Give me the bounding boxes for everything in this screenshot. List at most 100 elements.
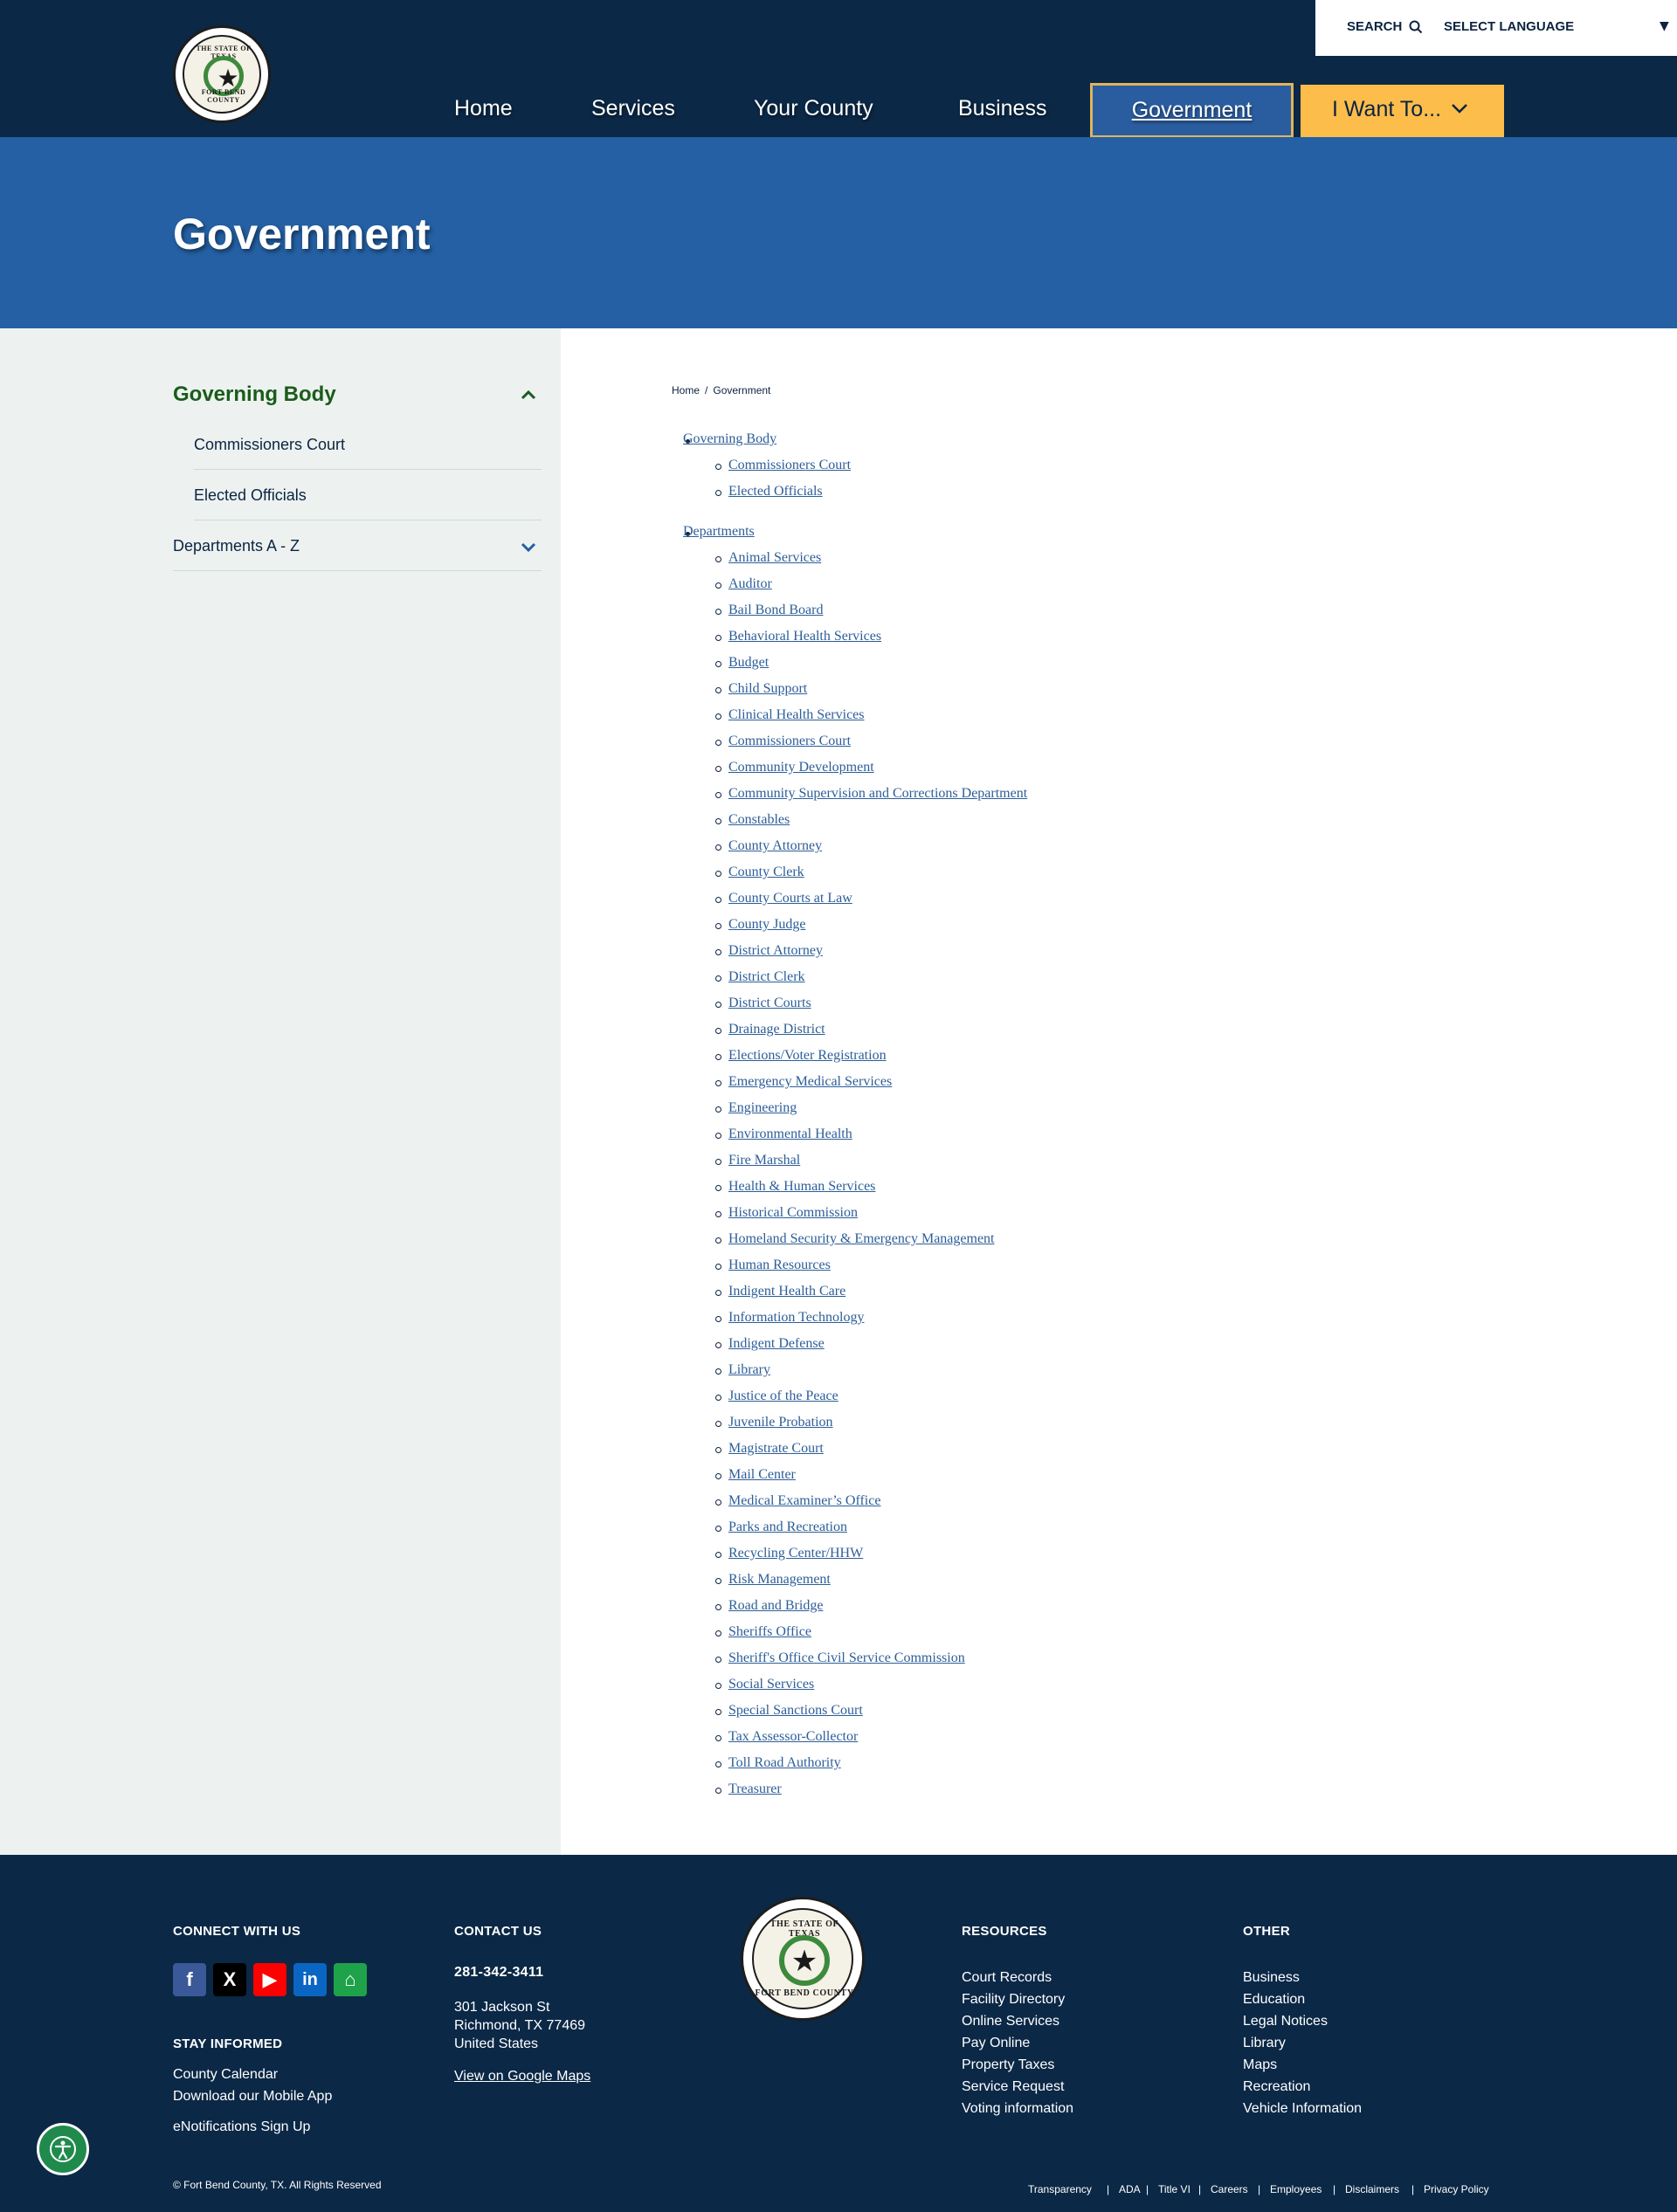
footer-legal-link[interactable]: Privacy Policy	[1424, 2183, 1489, 2195]
footer-link-resource[interactable]: Online Services	[962, 2014, 1059, 2029]
chevron-down-icon[interactable]	[521, 542, 536, 553]
list-link-department[interactable]: Emergency Medical Services	[728, 1074, 892, 1090]
list-link-department[interactable]: Toll Road Authority	[728, 1755, 841, 1771]
list-link-department[interactable]: Parks and Recreation	[728, 1519, 847, 1535]
list-link-department[interactable]: Behavioral Health Services	[728, 629, 881, 644]
list-link-department[interactable]: Auditor	[728, 576, 772, 592]
list-link-department[interactable]: Justice of the Peace	[728, 1389, 838, 1404]
list-link-department[interactable]: Indigent Defense	[728, 1336, 825, 1352]
list-link-department[interactable]: Sheriff's Office Civil Service Commissio…	[728, 1650, 965, 1666]
list-link-department[interactable]: Fire Marshal	[728, 1153, 800, 1168]
list-link-department[interactable]: Juvenile Probation	[728, 1415, 833, 1430]
sidebar-item-departments[interactable]: Departments A - Z	[173, 520, 542, 571]
list-link-department[interactable]: Community Supervision and Corrections De…	[728, 786, 1027, 802]
footer-phone[interactable]: 281-342-3411	[454, 1965, 543, 1981]
list-link-department[interactable]: Animal Services	[728, 550, 821, 566]
footer-link-resource[interactable]: Service Request	[962, 2079, 1064, 2095]
footer-legal-link[interactable]: ADA	[1119, 2183, 1141, 2195]
list-link-department[interactable]: Sheriffs Office	[728, 1624, 811, 1640]
sidebar-heading-governing-body[interactable]: Governing Body	[173, 382, 336, 407]
list-link-department[interactable]: Human Resources	[728, 1258, 831, 1273]
list-link-department[interactable]: Budget	[728, 655, 769, 671]
facebook-icon[interactable]: f	[173, 1963, 206, 1996]
sidebar-item-commissioners-court[interactable]: Commissioners Court	[194, 419, 542, 470]
list-link-department[interactable]: Clinical Health Services	[728, 707, 865, 723]
list-link-department[interactable]: Indigent Health Care	[728, 1284, 845, 1299]
county-seal-logo[interactable]: THE STATE OF TEXAS ★ FORT BEND COUNTY	[173, 25, 271, 123]
footer-legal-link[interactable]: Careers	[1211, 2183, 1248, 2195]
list-link-department[interactable]: Constables	[728, 812, 790, 828]
list-link-department[interactable]: Magistrate Court	[728, 1441, 824, 1457]
caret-down-icon[interactable]: ▼	[1660, 19, 1669, 33]
language-select[interactable]: SELECT LANGUAGE	[1444, 19, 1574, 34]
x-twitter-icon[interactable]: X	[213, 1963, 246, 1996]
list-link-department[interactable]: Commissioners Court	[728, 734, 851, 749]
list-link-department[interactable]: Risk Management	[728, 1572, 831, 1588]
nav-business[interactable]: Business	[958, 96, 1046, 121]
nav-home[interactable]: Home	[454, 96, 513, 121]
list-link-department[interactable]: Treasurer	[728, 1781, 782, 1797]
footer-legal-link[interactable]: Title VI	[1158, 2183, 1190, 2195]
footer-map-link[interactable]: View on Google Maps	[454, 2069, 590, 2085]
list-link-department[interactable]: County Clerk	[728, 865, 804, 880]
list-link-department[interactable]: Recycling Center/HHW	[728, 1546, 863, 1561]
chevron-up-icon[interactable]	[521, 389, 536, 400]
nav-your-county[interactable]: Your County	[754, 96, 873, 121]
list-link-department[interactable]: County Judge	[728, 917, 805, 933]
footer-legal-link[interactable]: Employees	[1270, 2183, 1322, 2195]
breadcrumb-home[interactable]: Home	[672, 384, 700, 396]
footer-link-other[interactable]: Legal Notices	[1243, 2014, 1328, 2029]
list-link-department[interactable]: Health & Human Services	[728, 1179, 875, 1195]
footer-link-enotifications[interactable]: eNotifications Sign Up	[173, 2119, 310, 2135]
list-link-department[interactable]: District Clerk	[728, 969, 805, 985]
footer-link-resource[interactable]: Property Taxes	[962, 2057, 1054, 2073]
footer-link-resource[interactable]: Facility Directory	[962, 1992, 1065, 2008]
list-link-department[interactable]: Special Sanctions Court	[728, 1703, 863, 1719]
sidebar-item-elected-officials[interactable]: Elected Officials	[194, 470, 542, 520]
list-link-department[interactable]: County Courts at Law	[728, 891, 852, 906]
footer-legal-link[interactable]: Disclaimers	[1345, 2183, 1399, 2195]
footer-link-other[interactable]: Vehicle Information	[1243, 2101, 1362, 2117]
footer-link-resource[interactable]: Pay Online	[962, 2036, 1030, 2051]
list-link-department[interactable]: Engineering	[728, 1100, 797, 1116]
nav-services[interactable]: Services	[591, 96, 675, 121]
i-want-to-button[interactable]: I Want To...	[1301, 85, 1504, 137]
list-link-department[interactable]: Commissioners Court	[728, 458, 851, 473]
list-link-department[interactable]: Homeland Security & Emergency Management	[728, 1231, 995, 1247]
list-link-department[interactable]: Historical Commission	[728, 1205, 858, 1221]
footer-link-other[interactable]: Business	[1243, 1970, 1300, 1986]
footer-link-other[interactable]: Recreation	[1243, 2079, 1310, 2095]
accessibility-button[interactable]	[37, 2123, 89, 2175]
list-link-department[interactable]: Social Services	[728, 1677, 814, 1692]
nextdoor-icon[interactable]: ⌂	[334, 1963, 367, 1996]
list-link-department[interactable]: Child Support	[728, 681, 807, 697]
list-link-department[interactable]: Information Technology	[728, 1310, 864, 1326]
list-link-department[interactable]: Environmental Health	[728, 1127, 852, 1142]
list-link-department[interactable]: Tax Assessor-Collector	[728, 1729, 858, 1745]
list-link-department[interactable]: Elections/Voter Registration	[728, 1048, 887, 1064]
footer-link-county-calendar[interactable]: County Calendar	[173, 2067, 278, 2083]
list-link-department[interactable]: Community Development	[728, 760, 874, 775]
footer-link-other[interactable]: Maps	[1243, 2057, 1277, 2073]
footer-link-other[interactable]: Library	[1243, 2036, 1286, 2051]
list-link-department[interactable]: Medical Examiner’s Office	[728, 1493, 880, 1509]
list-link-department[interactable]: County Attorney	[728, 838, 822, 854]
list-link-department[interactable]: Drainage District	[728, 1022, 825, 1037]
linkedin-icon[interactable]: in	[293, 1963, 327, 1996]
list-link-department[interactable]: Road and Bridge	[728, 1598, 823, 1614]
footer-link-mobile-app[interactable]: Download our Mobile App	[173, 2089, 332, 2105]
footer-link-resource[interactable]: Court Records	[962, 1970, 1052, 1986]
list-link-department[interactable]: Bail Bond Board	[728, 603, 823, 618]
list-link-department[interactable]: Library	[728, 1362, 770, 1378]
search-button[interactable]: SEARCH	[1347, 19, 1423, 34]
list-link-department[interactable]: Mail Center	[728, 1467, 796, 1483]
list-link-department[interactable]: District Attorney	[728, 943, 823, 959]
footer-link-resource[interactable]: Voting information	[962, 2101, 1073, 2117]
nav-government[interactable]: Government	[1090, 83, 1294, 138]
youtube-icon[interactable]: ▶	[253, 1963, 286, 1996]
list-link-department[interactable]: District Courts	[728, 996, 811, 1011]
footer-county-seal-logo[interactable]: THE STATE OF TEXAS ★ FORT BEND COUNTY	[741, 1897, 865, 2021]
list-link-group[interactable]: Governing Body	[683, 431, 776, 447]
list-link-group[interactable]: Departments	[683, 524, 755, 540]
footer-legal-link[interactable]: Transparency	[1028, 2183, 1092, 2195]
